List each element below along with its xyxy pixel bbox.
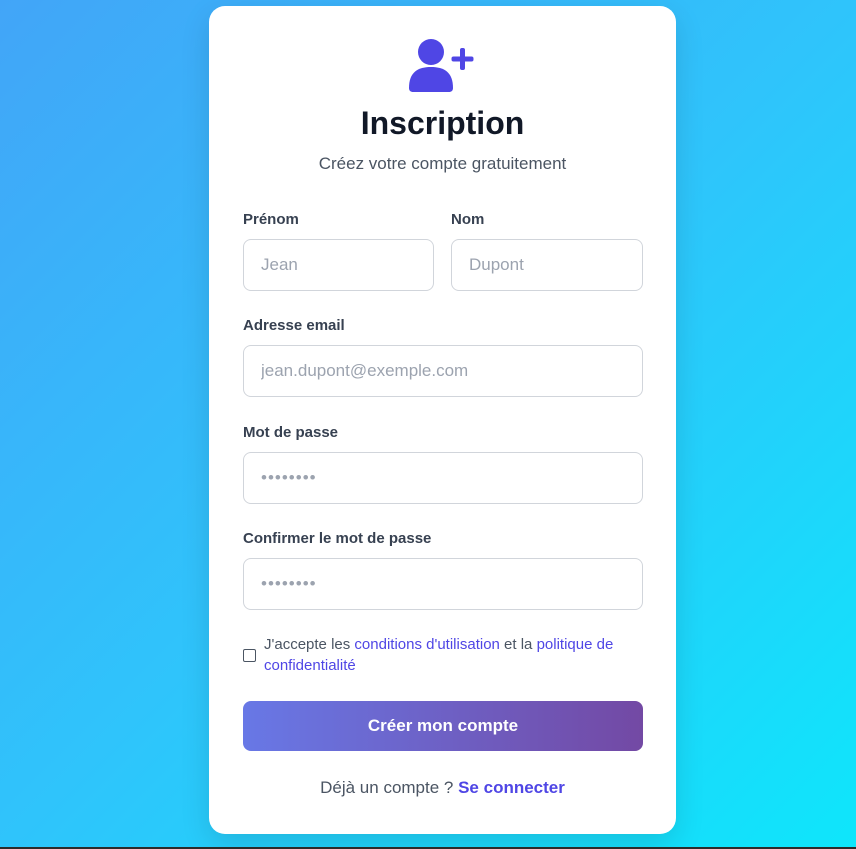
page-subtitle: Créez votre compte gratuitement (318, 154, 567, 173)
email-input[interactable] (243, 345, 643, 397)
page-title: Inscription (360, 105, 525, 141)
first-name-label: Prénom (243, 211, 299, 228)
login-link[interactable]: Se connecter (458, 778, 565, 797)
user-plus-icon (409, 39, 474, 92)
confirm-password-input[interactable] (243, 558, 643, 610)
terms-text-before: J'accepte les (264, 636, 355, 653)
email-label: Adresse email (243, 317, 345, 334)
signup-card: Inscription Créez votre compte gratuitem… (209, 6, 676, 834)
terms-conditions-link[interactable]: conditions d'utilisation (354, 636, 499, 653)
first-name-input[interactable] (243, 239, 434, 291)
password-input[interactable] (243, 452, 643, 504)
terms-text: J'accepte les conditions d'utilisation e… (264, 634, 643, 676)
password-label: Mot de passe (243, 424, 339, 441)
terms-checkbox[interactable] (243, 649, 256, 662)
login-prompt-text: Déjà un compte ? (320, 778, 459, 797)
last-name-label: Nom (451, 211, 485, 228)
last-name-input[interactable] (451, 239, 643, 291)
create-account-button[interactable]: Créer mon compte (243, 701, 643, 751)
confirm-password-label: Confirmer le mot de passe (243, 530, 432, 547)
terms-text-middle: et la (499, 636, 537, 653)
login-prompt: Déjà un compte ? Se connecter (209, 778, 676, 798)
